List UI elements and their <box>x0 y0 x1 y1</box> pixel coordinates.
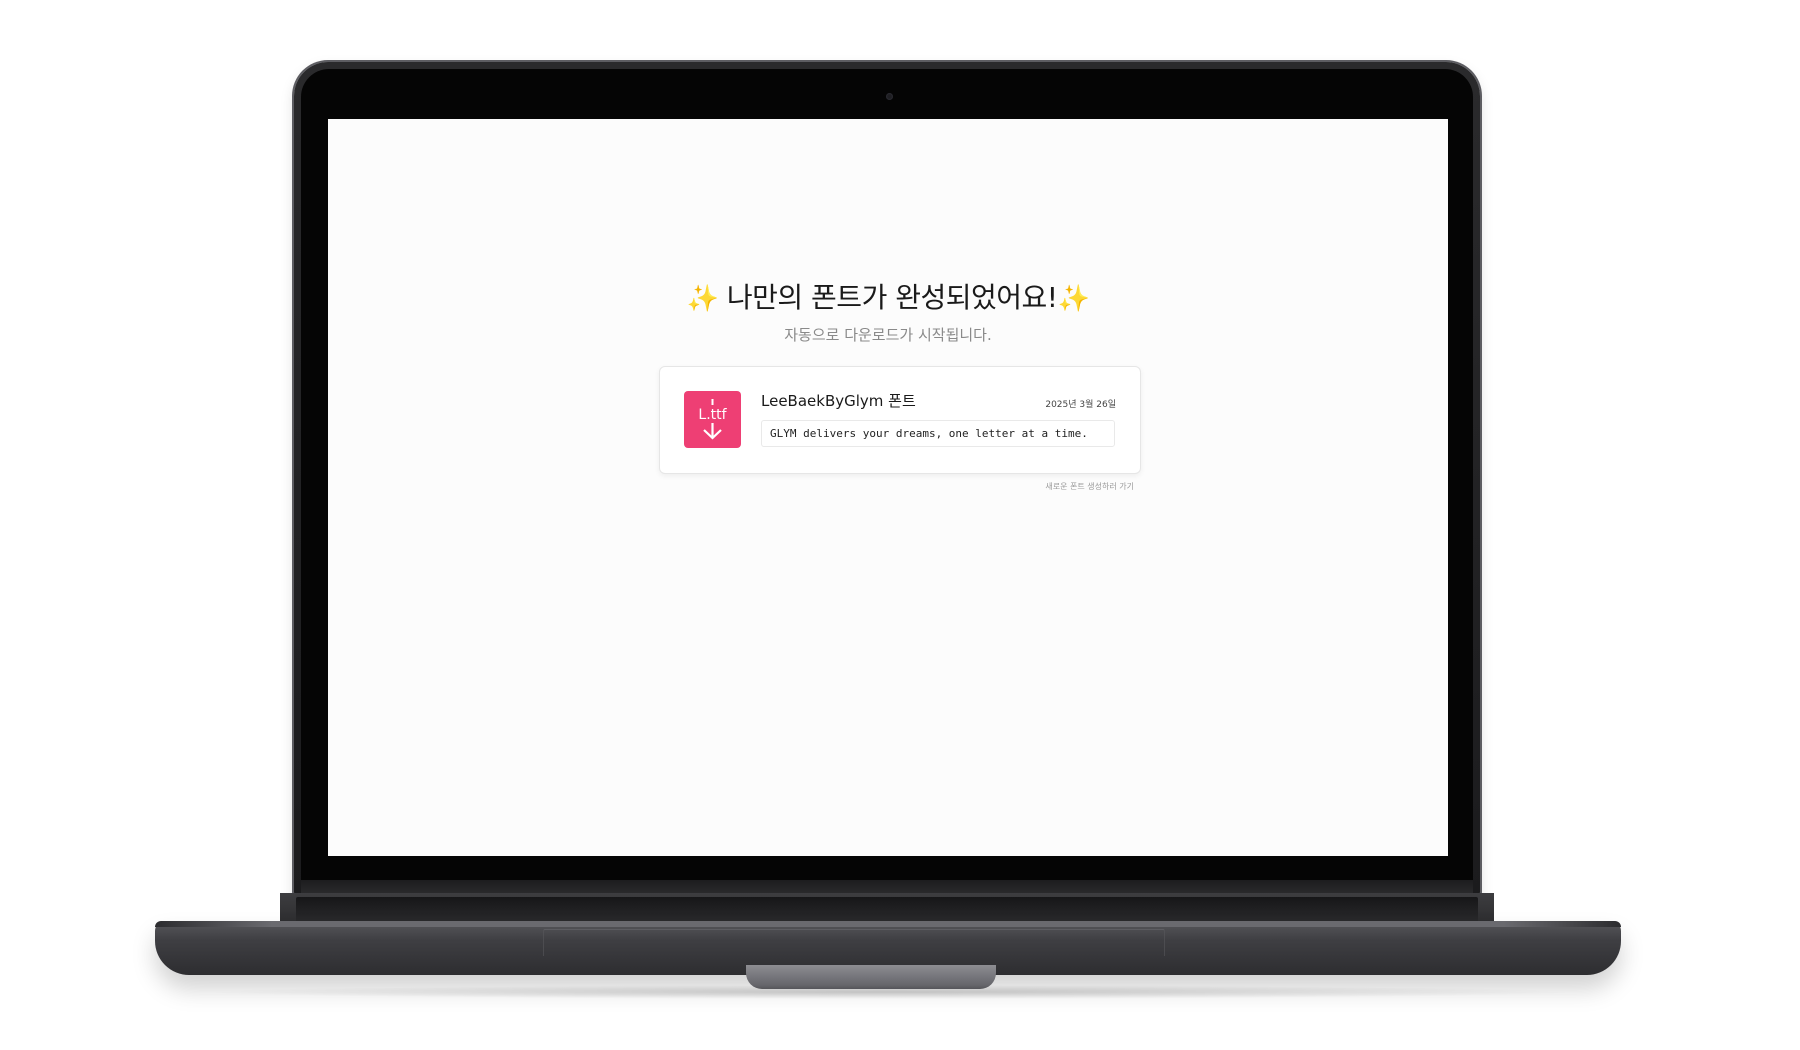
page-title: ✨ 나만의 폰트가 완성되었어요!✨ <box>328 276 1448 316</box>
screen-bezel: ✨ 나만의 폰트가 완성되었어요!✨ 자동으로 다운로드가 시작됩니다. L.t… <box>301 69 1473 898</box>
page-title-text: 나만의 폰트가 완성되었어요! <box>718 281 1058 314</box>
sparkle-icon: ✨ <box>686 284 719 314</box>
font-created-date: 2025년 3월 26일 <box>1045 400 1116 410</box>
completion-page: ✨ 나만의 폰트가 완성되었어요!✨ 자동으로 다운로드가 시작됩니다. L.t… <box>328 119 1448 856</box>
keyboard-well <box>296 897 1478 923</box>
page-subtitle: 자동으로 다운로드가 시작됩니다. <box>784 326 992 344</box>
font-name: LeeBaekByGlym 폰트 <box>761 392 916 410</box>
trackpad <box>543 929 1165 956</box>
ttf-icon-label: L.ttf <box>698 407 727 423</box>
sparkle-icon: ✨ <box>1057 284 1090 314</box>
create-new-font-link[interactable]: 새로운 폰트 생성하러 가기 <box>1045 481 1134 492</box>
laptop-mockup: ✨ 나만의 폰트가 완성되었어요!✨ 자동으로 다운로드가 시작됩니다. L.t… <box>0 0 1800 1050</box>
laptop-lid: ✨ 나만의 폰트가 완성되었어요!✨ 자동으로 다운로드가 시작됩니다. L.t… <box>294 62 1480 898</box>
font-download-card[interactable]: L.ttf LeeBaekByGlym 폰트 2025년 3월 26일 GLYM… <box>659 366 1141 474</box>
camera-icon <box>886 93 893 100</box>
ttf-download-icon[interactable]: L.ttf <box>684 391 741 448</box>
laptop-shadow <box>200 985 1580 999</box>
ttf-download-icon-graphic: L.ttf <box>698 399 728 440</box>
font-preview-text: GLYM delivers your dreams, one letter at… <box>761 420 1115 447</box>
laptop-screen: ✨ 나만의 폰트가 완성되었어요!✨ 자동으로 다운로드가 시작됩니다. L.t… <box>328 119 1448 856</box>
laptop-base-edge <box>155 921 1621 927</box>
